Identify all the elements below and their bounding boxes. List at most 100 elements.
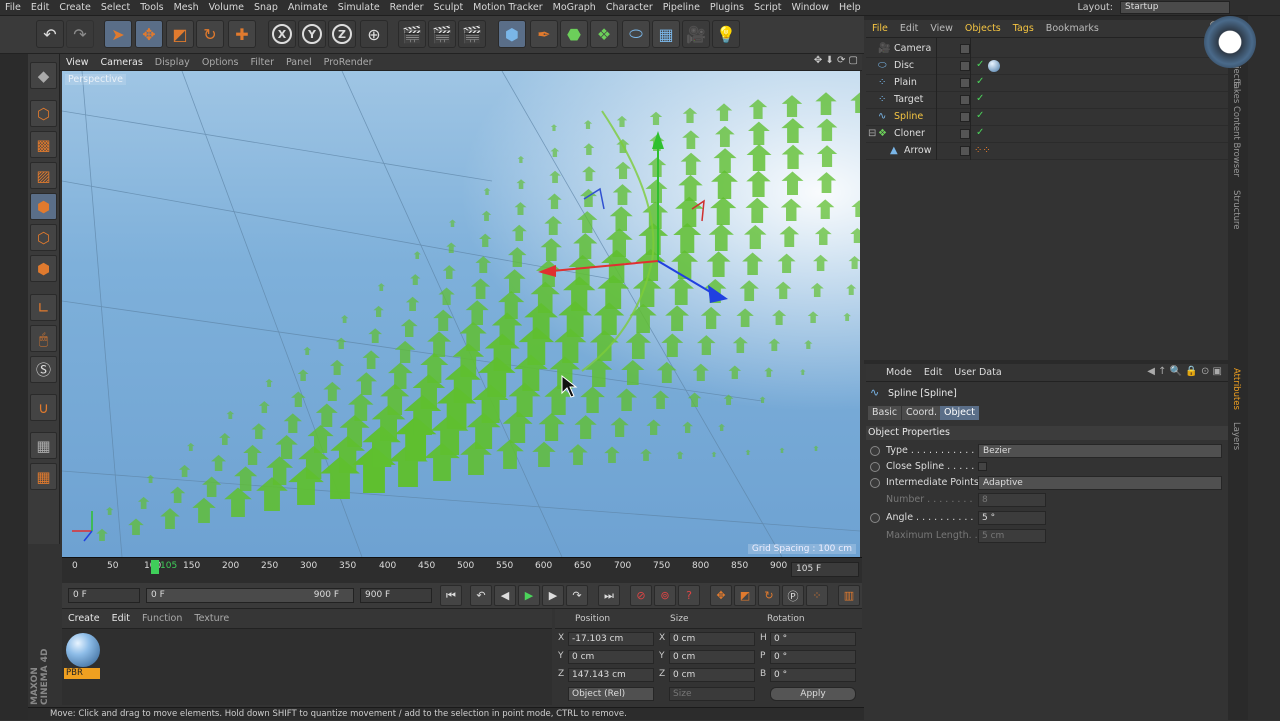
menu-sculpt[interactable]: Sculpt (429, 0, 469, 16)
intermediate-points-dropdown[interactable]: Adaptive (978, 476, 1222, 490)
tab-takes[interactable]: Takes (1231, 80, 1241, 103)
render-view-icon[interactable]: 🎬 (398, 20, 426, 48)
undo-icon[interactable]: ↶ (36, 20, 64, 48)
layout-dropdown[interactable]: Startup (1120, 1, 1230, 14)
objects-menu-edit[interactable]: Edit (894, 20, 924, 38)
attr-nav-icons[interactable]: ◀ ↑ 🔍 🔒 ⊙ ▣ (1147, 366, 1222, 377)
y-axis-lock-icon[interactable]: Y (298, 20, 326, 48)
range-slider[interactable]: 0 F 900 F (146, 588, 354, 603)
edges-mode-icon[interactable]: ⬡ (30, 224, 57, 251)
menu-pipeline[interactable]: Pipeline (658, 0, 705, 16)
objects-menu-tags[interactable]: Tags (1007, 20, 1040, 38)
objects-menu-bookmarks[interactable]: Bookmarks (1040, 20, 1105, 38)
menu-help[interactable]: Help (834, 0, 866, 16)
viewport-nav-icons[interactable]: ✥ ⬇ ⟳ ▢ (814, 55, 858, 66)
tab-attributes[interactable]: Attributes (1231, 368, 1241, 410)
menu-plugins[interactable]: Plugins (705, 0, 749, 16)
object-row-plain[interactable]: ⁘ Plain ✓ (866, 75, 1228, 92)
objects-menu-view[interactable]: View (924, 20, 959, 38)
material-menu-texture[interactable]: Texture (188, 609, 235, 629)
record-scale-icon[interactable]: ◩ (734, 585, 756, 606)
grid-lock-icon[interactable]: ▦ (30, 463, 57, 490)
next-frame-icon[interactable]: ▶ (542, 585, 564, 606)
animate-radio[interactable] (870, 462, 880, 472)
visibility-toggle[interactable] (960, 78, 970, 88)
x-axis-lock-icon[interactable]: X (268, 20, 296, 48)
material-menu-edit[interactable]: Edit (106, 609, 136, 629)
pen-spline-icon[interactable]: ✒ (530, 20, 558, 48)
light-icon[interactable]: 💡 (712, 20, 740, 48)
animate-radio[interactable] (870, 513, 880, 523)
tab-basic[interactable]: Basic (868, 406, 902, 420)
previous-keyframe-icon[interactable]: ↶ (470, 585, 492, 606)
animate-radio[interactable] (870, 478, 880, 488)
viewport-menu-filter[interactable]: Filter (244, 54, 280, 71)
tab-content-browser[interactable]: Content Browser (1231, 106, 1241, 177)
viewport-menu-panel[interactable]: Panel (280, 54, 318, 71)
size-z-field[interactable]: 0 cm (669, 668, 755, 682)
pbr-material-thumbnail[interactable] (66, 633, 100, 667)
tweak-mode-icon[interactable]: 🖱 (30, 325, 57, 352)
objects-menu-file[interactable]: File (866, 20, 894, 38)
collapse-icon[interactable]: ⊟ (868, 128, 876, 139)
visibility-toggle[interactable] (960, 112, 970, 122)
object-row-target[interactable]: ⁘ Target ✓ (866, 92, 1228, 109)
texture-mode-icon[interactable]: ▩ (30, 131, 57, 158)
polygons-mode-icon[interactable]: ⬢ (30, 255, 57, 282)
enabled-check-icon[interactable]: ✓ (976, 93, 984, 104)
play-forward-icon[interactable]: ▶ (518, 585, 540, 606)
menu-mesh[interactable]: Mesh (169, 0, 204, 16)
menu-tools[interactable]: Tools (135, 0, 168, 16)
next-keyframe-icon[interactable]: ↷ (566, 585, 588, 606)
menu-volume[interactable]: Volume (204, 0, 249, 16)
visibility-toggle[interactable] (960, 44, 970, 54)
timeline[interactable]: 0 50 100 150 200 250 300 350 400 450 500… (62, 557, 862, 583)
size-mode-dropdown[interactable]: Size (669, 687, 755, 701)
enabled-check-icon[interactable]: ✓ (976, 127, 984, 138)
move-tool-icon[interactable]: ✥ (135, 20, 163, 48)
keyframe-selection-icon[interactable]: ? (678, 585, 700, 606)
workplane-icon[interactable]: ▨ (30, 162, 57, 189)
material-name[interactable]: PBR (64, 668, 100, 679)
subdivision-surface-icon[interactable]: ⬣ (560, 20, 588, 48)
cube-object-icon[interactable]: ⬢ (498, 20, 526, 48)
animate-radio[interactable] (870, 446, 880, 456)
scale-tool-icon[interactable]: ◩ (166, 20, 194, 48)
material-tag-icon[interactable] (988, 60, 1000, 72)
size-x-field[interactable]: 0 cm (669, 632, 755, 646)
viewport-menu-options[interactable]: Options (196, 54, 245, 71)
floor-icon[interactable]: ▦ (652, 20, 680, 48)
menu-render[interactable]: Render (385, 0, 429, 16)
viewport-menu-prorender[interactable]: ProRender (318, 54, 379, 71)
position-x-field[interactable]: -17.103 cm (568, 632, 654, 646)
record-pla-icon[interactable]: ⁘ (806, 585, 828, 606)
axis-mode-icon[interactable]: ∟ (30, 294, 57, 321)
coordinate-system-icon[interactable]: ⊕ (360, 20, 388, 48)
redo-icon[interactable]: ↷ (66, 20, 94, 48)
points-mode-icon[interactable]: ⬢ (30, 193, 57, 220)
rotation-p-field[interactable]: 0 ° (770, 650, 856, 664)
object-row-arrow[interactable]: ▲ Arrow ⁘⁘ (866, 143, 1228, 160)
solo-mode-icon[interactable]: Ⓢ (30, 356, 57, 383)
snapping-icon[interactable]: ∪ (30, 394, 57, 421)
material-menu-function[interactable]: Function (136, 609, 188, 629)
record-active-objects-icon[interactable]: ⊘ (630, 585, 652, 606)
end-frame-field[interactable]: 900 F (360, 588, 432, 603)
tab-layers[interactable]: Layers (1231, 422, 1241, 450)
visibility-toggle[interactable] (960, 95, 970, 105)
make-editable-icon[interactable]: ◆ (30, 62, 57, 89)
start-frame-field[interactable]: 0 F (68, 588, 140, 603)
enabled-check-icon[interactable]: ✓ (976, 76, 984, 87)
record-position-icon[interactable]: ✥ (710, 585, 732, 606)
recent-tools-icon[interactable]: ✚ (228, 20, 256, 48)
current-frame-field[interactable]: 105 F (791, 562, 859, 577)
menu-motion-tracker[interactable]: Motion Tracker (468, 0, 548, 16)
visibility-toggle[interactable] (960, 61, 970, 71)
object-row-cloner[interactable]: ⊟ ❖ Cloner ✓ (866, 126, 1228, 143)
size-y-field[interactable]: 0 cm (669, 650, 755, 664)
close-spline-checkbox[interactable] (978, 462, 987, 471)
menu-edit[interactable]: Edit (26, 0, 54, 16)
menu-snap[interactable]: Snap (249, 0, 283, 16)
attr-menu-user-data[interactable]: User Data (948, 364, 1007, 382)
attr-menu-mode[interactable]: Mode (866, 364, 918, 382)
